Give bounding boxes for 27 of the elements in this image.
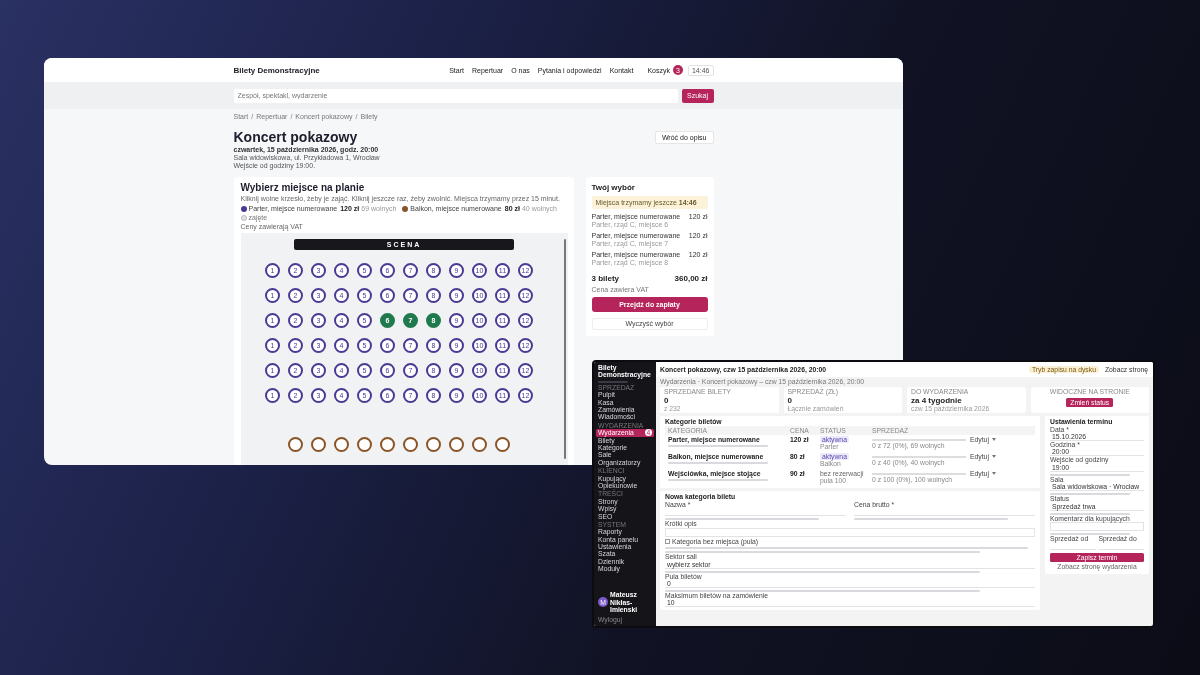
scrollbar[interactable] xyxy=(563,239,566,459)
seat[interactable] xyxy=(403,437,418,452)
caret-icon xyxy=(991,471,996,475)
seat[interactable] xyxy=(334,437,349,452)
event-title: Koncert pokazowy xyxy=(233,129,359,145)
seat[interactable] xyxy=(288,437,303,452)
seat[interactable] xyxy=(449,437,464,452)
comment-field[interactable] xyxy=(1050,522,1144,532)
checkbox[interactable] xyxy=(665,538,670,544)
blurred-text xyxy=(598,380,628,383)
seat[interactable] xyxy=(495,437,510,452)
description-field[interactable] xyxy=(665,527,1035,537)
caret-icon xyxy=(991,438,996,442)
seat[interactable] xyxy=(426,437,441,452)
stat-value: za 4 tygodnie xyxy=(911,395,962,405)
seat[interactable] xyxy=(311,437,326,452)
stat-value: 0 xyxy=(664,395,669,405)
total-price: 360,00 zł xyxy=(674,274,708,283)
seat[interactable] xyxy=(380,437,395,452)
caret-icon xyxy=(991,455,996,459)
summary-title: Twój wybór xyxy=(591,183,636,192)
ticket-count: 3 bilety xyxy=(591,274,620,283)
site-brand[interactable]: Bilety Demonstracyjne xyxy=(233,65,320,75)
seat[interactable] xyxy=(472,437,487,452)
stat-value: 0 xyxy=(787,395,793,405)
seat-picker-title: Wybierz miejsce na planie xyxy=(240,182,366,193)
seat[interactable] xyxy=(357,437,372,452)
